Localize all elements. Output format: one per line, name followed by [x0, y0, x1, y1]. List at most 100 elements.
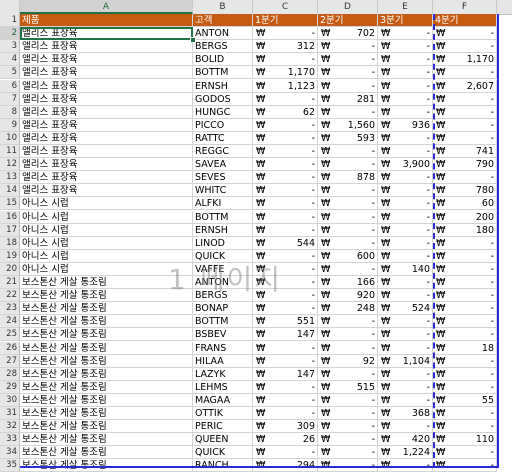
product-cell[interactable]: 보스톤산 게살 통조림: [20, 380, 193, 394]
quarter-cell[interactable]: ₩ -: [433, 446, 497, 460]
row-header[interactable]: 14: [0, 184, 20, 198]
quarter-cell[interactable]: ₩200: [433, 210, 497, 224]
row-header[interactable]: 27: [0, 354, 20, 368]
row-header[interactable]: 15: [0, 197, 20, 211]
quarter-cell[interactable]: ₩ -: [318, 197, 378, 211]
quarter-cell[interactable]: ₩ -: [318, 236, 378, 250]
product-cell[interactable]: 앨리스 표장육: [20, 66, 193, 80]
product-cell[interactable]: 보스톤산 게살 통조림: [20, 407, 193, 421]
select-all-corner[interactable]: [0, 0, 20, 14]
quarter-cell[interactable]: ₩55: [433, 393, 497, 407]
quarter-cell[interactable]: ₩ -: [378, 92, 433, 106]
row-header[interactable]: 12: [0, 158, 20, 172]
row-header[interactable]: 32: [0, 420, 20, 434]
quarter-cell[interactable]: ₩ -: [378, 171, 433, 185]
quarter-cell[interactable]: ₩ -: [378, 40, 433, 54]
quarter-cell[interactable]: ₩ -: [433, 407, 497, 421]
quarter-cell[interactable]: ₩ -: [318, 328, 378, 342]
quarter-cell[interactable]: ₩147: [253, 328, 318, 342]
quarter-cell[interactable]: ₩ -: [318, 210, 378, 224]
quarter-cell[interactable]: ₩1,170: [253, 66, 318, 80]
quarter-cell[interactable]: ₩ -: [378, 249, 433, 263]
row-header[interactable]: 30: [0, 393, 20, 407]
product-cell[interactable]: 보스톤산 게살 통조림: [20, 341, 193, 355]
quarter-cell[interactable]: ₩ -: [318, 341, 378, 355]
quarter-cell[interactable]: ₩ -: [433, 40, 497, 54]
quarter-cell[interactable]: ₩ -: [318, 433, 378, 447]
quarter-cell[interactable]: ₩780: [433, 184, 497, 198]
row-header[interactable]: 35: [0, 459, 20, 472]
customer-cell[interactable]: LEHMS: [193, 380, 253, 394]
header-cell[interactable]: 고객: [193, 14, 253, 28]
row-header[interactable]: 26: [0, 341, 20, 355]
row-header[interactable]: 9: [0, 118, 20, 132]
row-header[interactable]: 6: [0, 79, 20, 93]
quarter-cell[interactable]: ₩ -: [253, 446, 318, 460]
quarter-cell[interactable]: ₩741: [433, 145, 497, 159]
row-header[interactable]: 7: [0, 92, 20, 106]
column-header-c[interactable]: C: [253, 0, 318, 14]
quarter-cell[interactable]: ₩ -: [318, 105, 378, 119]
quarter-cell[interactable]: ₩ -: [318, 66, 378, 80]
column-header-b[interactable]: B: [193, 0, 253, 14]
quarter-cell[interactable]: ₩ -: [378, 276, 433, 290]
column-header-f[interactable]: F: [433, 0, 497, 14]
quarter-cell[interactable]: ₩147: [253, 367, 318, 381]
quarter-cell[interactable]: ₩ -: [378, 27, 433, 41]
product-cell[interactable]: 앨리스 표장육: [20, 79, 193, 93]
product-cell[interactable]: 앨리스 표장육: [20, 145, 193, 159]
quarter-cell[interactable]: ₩1,224: [378, 446, 433, 460]
quarter-cell[interactable]: ₩ -: [378, 289, 433, 303]
quarter-cell[interactable]: ₩ -: [433, 302, 497, 316]
quarter-cell[interactable]: ₩ -: [318, 184, 378, 198]
quarter-cell[interactable]: ₩ -: [318, 407, 378, 421]
product-cell[interactable]: 앨리스 표장육: [20, 40, 193, 54]
quarter-cell[interactable]: ₩936: [378, 118, 433, 132]
quarter-cell[interactable]: ₩ -: [253, 92, 318, 106]
quarter-cell[interactable]: ₩ -: [378, 380, 433, 394]
customer-cell[interactable]: QUICK: [193, 446, 253, 460]
customer-cell[interactable]: ALFKI: [193, 197, 253, 211]
row-header[interactable]: 1: [0, 14, 20, 28]
quarter-cell[interactable]: ₩ -: [433, 354, 497, 368]
quarter-cell[interactable]: ₩878: [318, 171, 378, 185]
customer-cell[interactable]: ERNSH: [193, 223, 253, 237]
product-cell[interactable]: 보스톤산 게살 통조림: [20, 420, 193, 434]
quarter-cell[interactable]: ₩ -: [378, 79, 433, 93]
row-header[interactable]: 34: [0, 446, 20, 460]
product-cell[interactable]: 보스톤산 게살 통조림: [20, 446, 193, 460]
quarter-cell[interactable]: ₩312: [253, 40, 318, 54]
customer-cell[interactable]: LINOD: [193, 236, 253, 250]
quarter-cell[interactable]: ₩ -: [253, 184, 318, 198]
quarter-cell[interactable]: ₩ -: [378, 236, 433, 250]
quarter-cell[interactable]: ₩ -: [318, 53, 378, 67]
customer-cell[interactable]: BERGS: [193, 40, 253, 54]
product-cell[interactable]: 앨리스 표장육: [20, 53, 193, 67]
quarter-cell[interactable]: ₩ -: [253, 27, 318, 41]
product-cell[interactable]: 앨리스 표장육: [20, 171, 193, 185]
quarter-cell[interactable]: ₩166: [318, 276, 378, 290]
quarter-cell[interactable]: ₩309: [253, 420, 318, 434]
quarter-cell[interactable]: ₩ -: [433, 328, 497, 342]
row-header[interactable]: 3: [0, 40, 20, 54]
quarter-cell[interactable]: ₩ -: [433, 27, 497, 41]
quarter-cell[interactable]: ₩551: [253, 315, 318, 329]
product-cell[interactable]: 앨리스 표장육: [20, 92, 193, 106]
quarter-cell[interactable]: ₩281: [318, 92, 378, 106]
quarter-cell[interactable]: ₩ -: [378, 131, 433, 145]
customer-cell[interactable]: SAVEA: [193, 158, 253, 172]
customer-cell[interactable]: WHITC: [193, 184, 253, 198]
product-cell[interactable]: 아니스 시럽: [20, 223, 193, 237]
quarter-cell[interactable]: ₩18: [433, 341, 497, 355]
quarter-cell[interactable]: ₩ -: [318, 145, 378, 159]
quarter-cell[interactable]: ₩ -: [433, 262, 497, 276]
quarter-cell[interactable]: ₩ -: [253, 380, 318, 394]
product-cell[interactable]: 아니스 시럽: [20, 249, 193, 263]
header-cell[interactable]: 제품: [20, 14, 193, 28]
quarter-cell[interactable]: ₩ -: [378, 367, 433, 381]
product-cell[interactable]: 앨리스 표장육: [20, 118, 193, 132]
product-cell[interactable]: 아니스 시럽: [20, 236, 193, 250]
customer-cell[interactable]: GODOS: [193, 92, 253, 106]
row-header[interactable]: 2: [0, 27, 20, 41]
product-cell[interactable]: 앨리스 표장육: [20, 131, 193, 145]
